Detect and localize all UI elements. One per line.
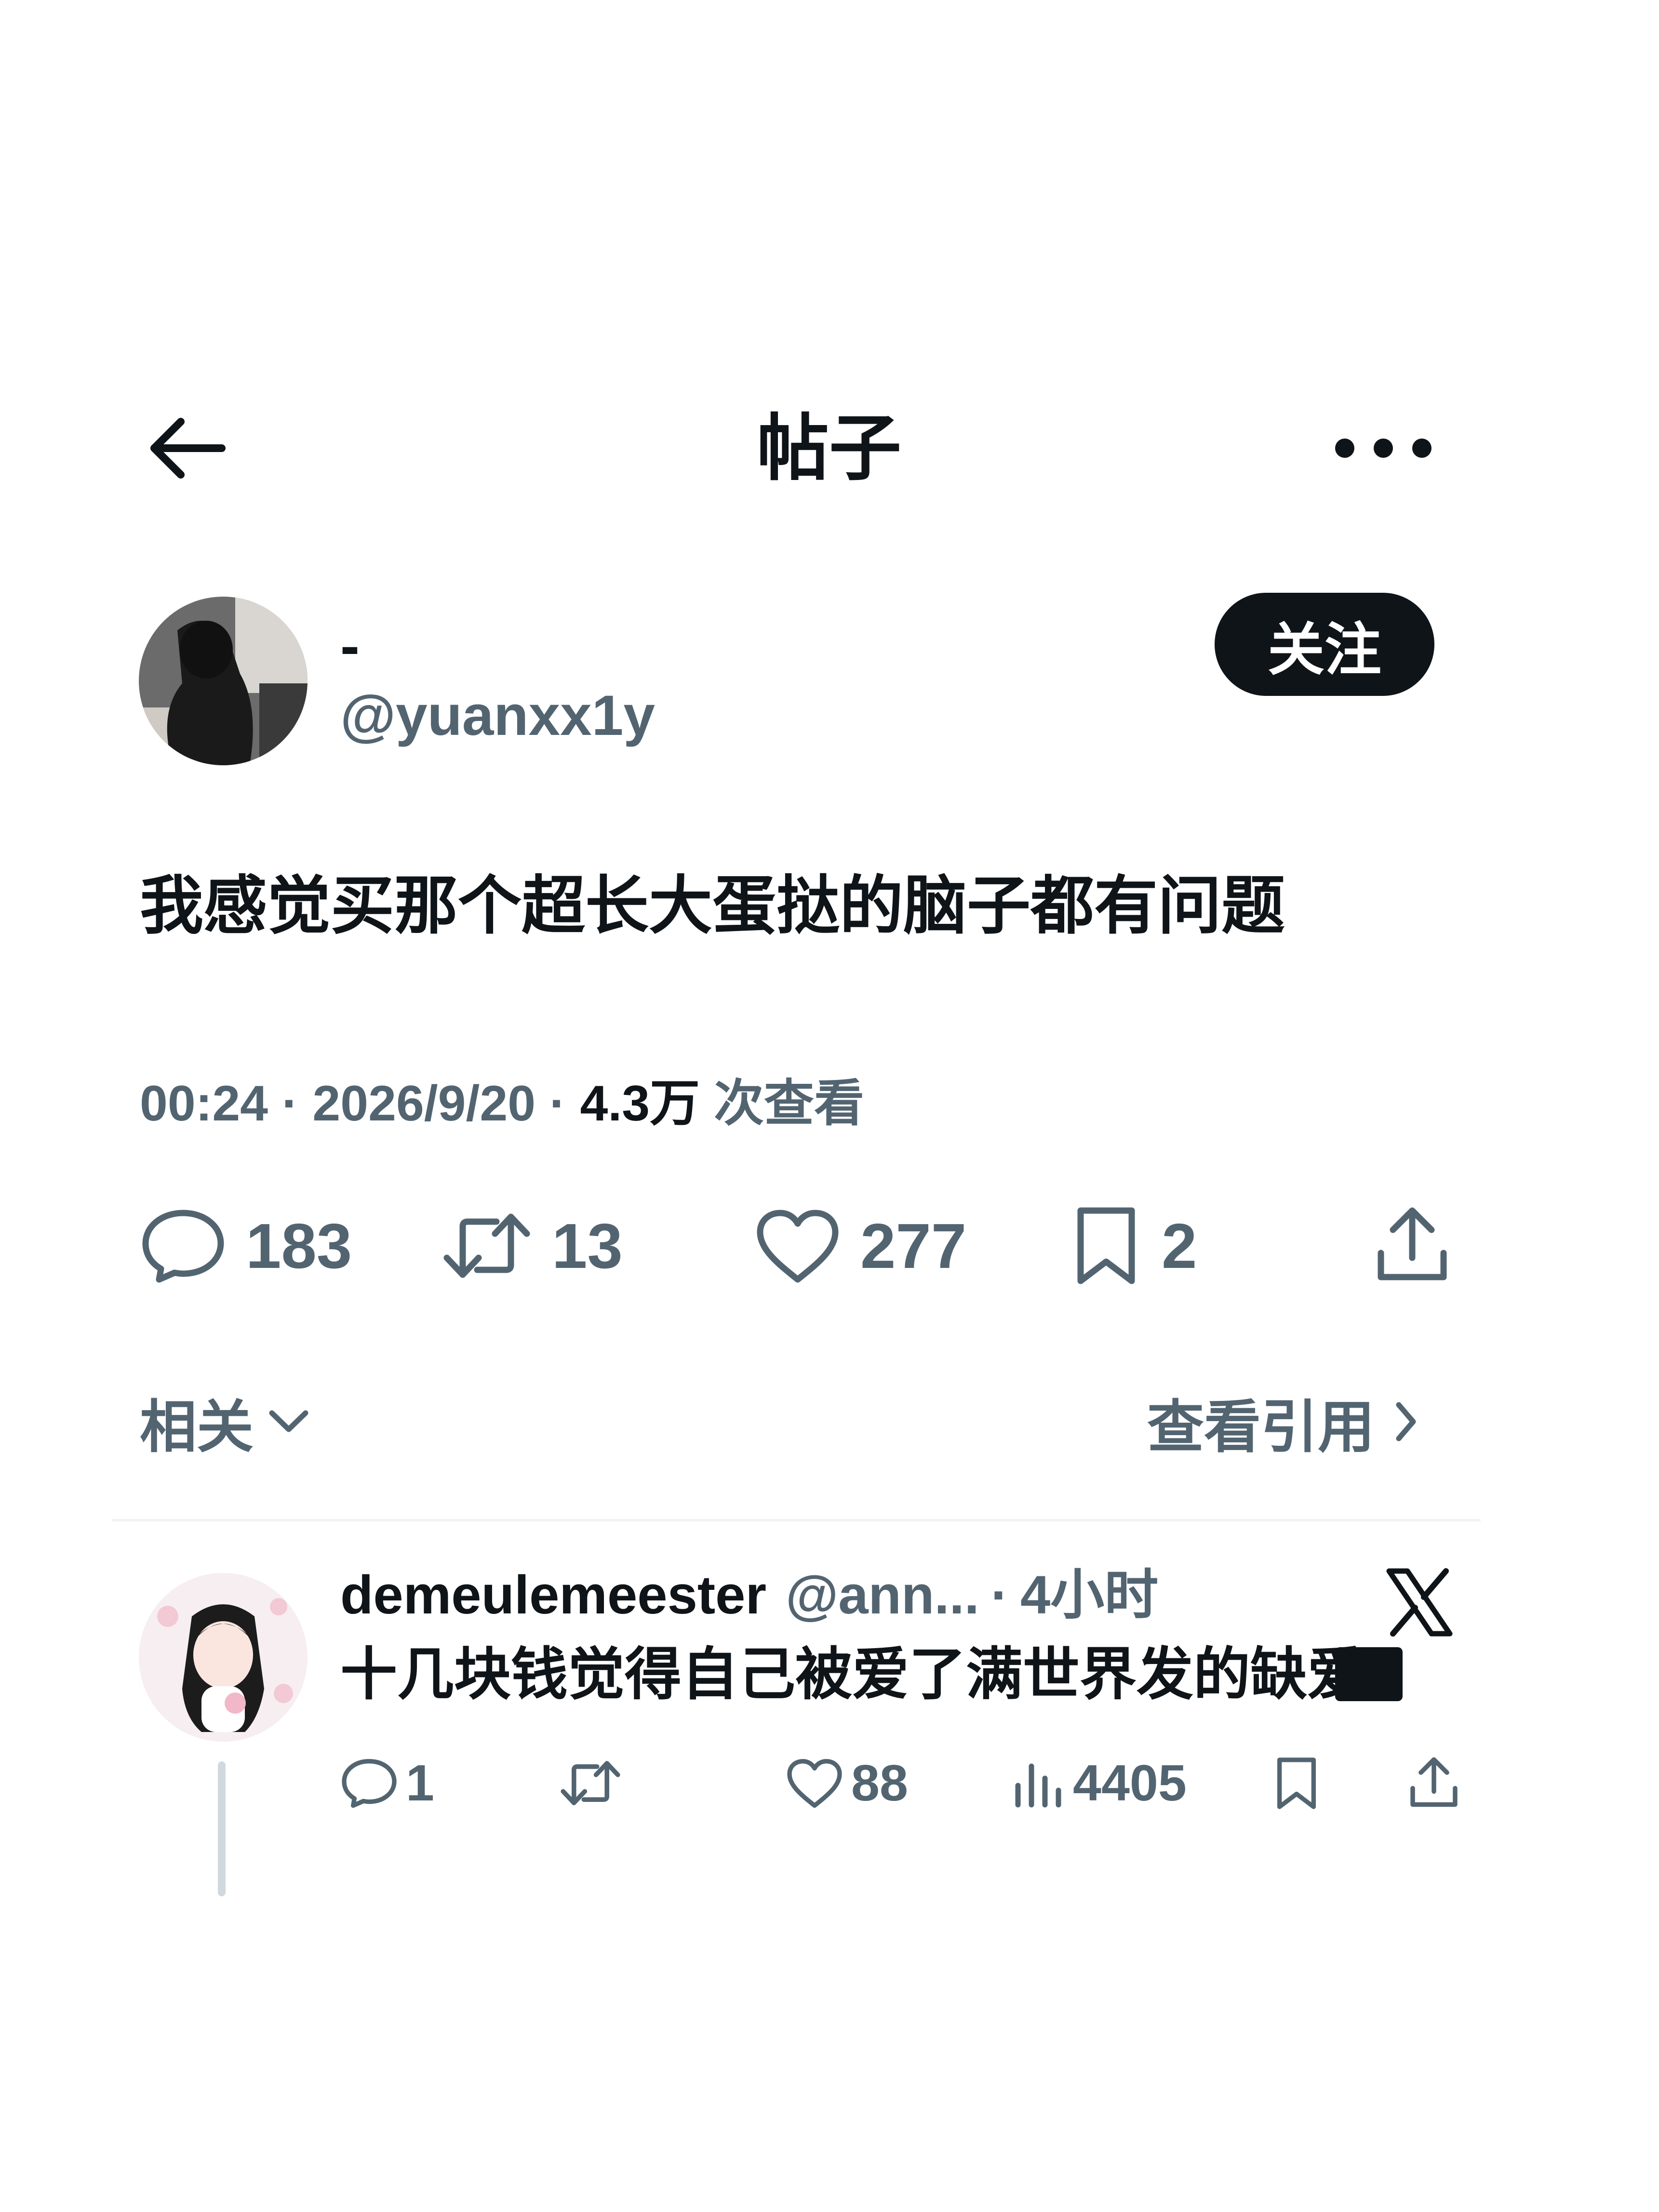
bookmark-icon: [1277, 1757, 1316, 1809]
repost-icon: [443, 1213, 530, 1278]
reply-author-handle[interactable]: @ann...: [786, 1561, 979, 1629]
reply-header: demeulemeester @ann... · 4小时: [340, 1561, 1158, 1629]
analytics-icon: [1015, 1763, 1061, 1808]
reply-like-count: 88: [851, 1754, 908, 1812]
post-time[interactable]: 00:24: [140, 1076, 268, 1132]
chevron-down-icon: [269, 1410, 308, 1432]
reply-bookmark-button[interactable]: [1272, 1749, 1328, 1817]
view-count-label: 次查看: [700, 1076, 864, 1132]
author-display-name: -: [340, 613, 360, 678]
repost-icon: [561, 1761, 620, 1805]
author-handle[interactable]: @yuanxx1y: [340, 684, 655, 747]
related-dropdown[interactable]: 相关: [140, 1383, 310, 1460]
bookmark-button[interactable]: 2: [1070, 1198, 1197, 1294]
reply-view-count: 4405: [1073, 1754, 1187, 1812]
follow-button[interactable]: 关注: [1215, 593, 1434, 696]
post-date[interactable]: 2026/9/20: [312, 1076, 535, 1132]
x-logo-icon: [1383, 1566, 1456, 1639]
view-count: 4.3万: [580, 1076, 700, 1132]
heart-icon: [787, 1759, 842, 1808]
like-count: 277: [860, 1210, 967, 1281]
share-button[interactable]: [1374, 1198, 1470, 1294]
page-title: 帖子: [756, 408, 901, 489]
reply-icon: [342, 1759, 397, 1808]
reply-like-button[interactable]: 88: [786, 1749, 908, 1817]
share-icon: [1378, 1207, 1447, 1280]
chevron-right-icon: [1396, 1402, 1416, 1441]
like-button[interactable]: 277: [754, 1198, 966, 1294]
more-horizontal-icon: [1335, 439, 1432, 458]
reply-repost-button[interactable]: [559, 1749, 629, 1817]
redaction-mask: [1335, 1647, 1403, 1701]
thread-line: [218, 1761, 226, 1896]
repost-count: 13: [552, 1210, 623, 1281]
divider: [112, 1519, 1481, 1521]
view-quotes-label: 查看引用: [1147, 1395, 1375, 1459]
reply-button[interactable]: 183: [140, 1198, 352, 1294]
reply-reply-button[interactable]: 1: [340, 1749, 434, 1817]
post-text: 我感觉买那个超长大蛋挞的脑子都有问题: [140, 870, 1285, 941]
bookmark-icon: [1077, 1207, 1135, 1284]
share-icon: [1410, 1757, 1458, 1807]
reply-views-button[interactable]: 4405: [1012, 1749, 1187, 1817]
view-quotes-link[interactable]: 查看引用: [1147, 1383, 1418, 1460]
reply-author-name[interactable]: demeulemeester: [340, 1561, 766, 1629]
reply-share-button[interactable]: [1407, 1749, 1468, 1817]
reply-avatar[interactable]: [139, 1573, 308, 1742]
author-avatar[interactable]: [139, 597, 308, 765]
reply-timestamp[interactable]: 4小时: [1020, 1561, 1158, 1629]
heart-icon: [757, 1210, 839, 1283]
more-button[interactable]: [1330, 424, 1436, 472]
related-label: 相关: [140, 1395, 254, 1459]
back-button[interactable]: [145, 414, 227, 482]
arrow-left-icon: [150, 418, 226, 479]
meta-separator: ·: [268, 1076, 313, 1132]
reply-icon: [142, 1210, 224, 1283]
reply-separator: ·: [990, 1565, 1009, 1625]
reply-reply-count: 1: [406, 1754, 434, 1812]
meta-separator: ·: [535, 1076, 580, 1132]
post-meta: 00:24 · 2026/9/20 · 4.3万 次查看: [140, 1072, 864, 1135]
repost-button[interactable]: 13: [441, 1198, 623, 1294]
bookmark-count: 2: [1162, 1210, 1197, 1281]
reply-text: 十几块钱觉得自己被爱了满世界发的缺爱: [340, 1643, 1365, 1706]
reply-count: 183: [246, 1210, 352, 1281]
